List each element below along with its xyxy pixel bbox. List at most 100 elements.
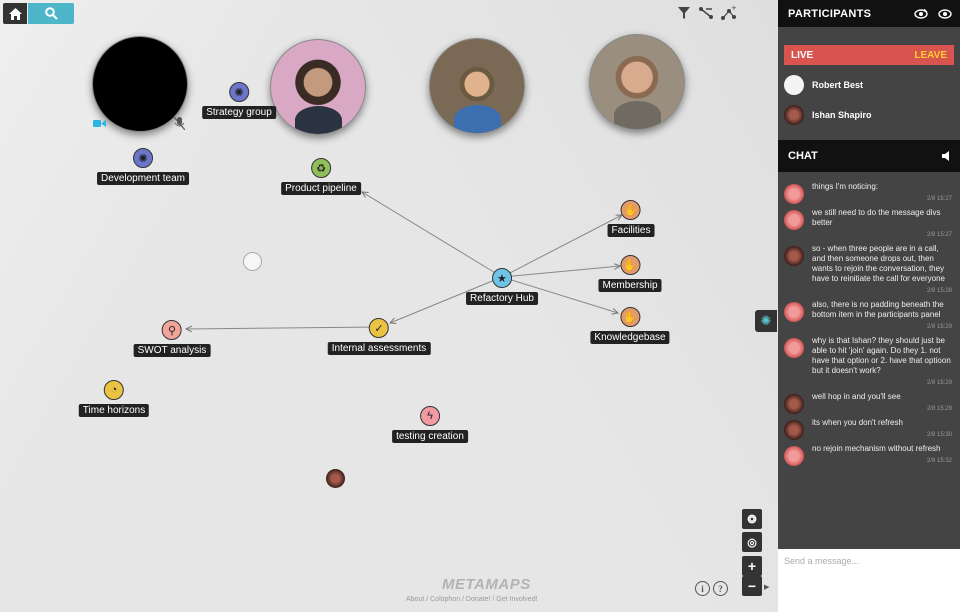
aperture-icon: ❂ xyxy=(747,513,757,526)
topic-testing-creation[interactable]: ϟ testing creation xyxy=(392,406,468,444)
participant-item[interactable]: Ishan Shapiro xyxy=(778,100,960,130)
topic-product-pipeline[interactable]: ♻ Product pipeline xyxy=(281,158,361,196)
topic-label: Development team xyxy=(97,172,189,185)
avatar xyxy=(784,210,804,230)
sound-icon[interactable] xyxy=(942,151,952,161)
avatar xyxy=(784,338,804,358)
hand-icon: ✋ xyxy=(620,255,640,275)
chat-message: also, there is no padding beneath the bo… xyxy=(778,296,960,332)
topic-time-horizons[interactable]: ◔ Time horizons xyxy=(78,380,150,418)
participants-panel: PARTICIPANTS LIVE LEAVE Robert Best Isha… xyxy=(778,0,960,612)
chat-input[interactable]: Send a message... xyxy=(778,549,960,612)
topic-development-team[interactable]: ✺ Development team xyxy=(97,148,189,186)
message-text: we still need to do the message divs bet… xyxy=(812,208,941,227)
toggle-panel-button[interactable]: ✺ xyxy=(755,310,777,332)
info-icon[interactable]: i xyxy=(695,581,710,596)
participants-header: PARTICIPANTS xyxy=(778,0,960,27)
topic-label: testing creation xyxy=(392,430,468,443)
avatar xyxy=(784,105,804,125)
topic-label: Membership xyxy=(598,279,662,292)
topic-refactory-hub[interactable]: ★ Refactory Hub xyxy=(466,268,538,306)
home-button[interactable] xyxy=(3,3,27,24)
topic-membership[interactable]: ✋ Membership xyxy=(598,255,662,293)
chat-message: well hop in and you'll see 2/8 15:29 xyxy=(778,388,960,414)
eye-off-icon[interactable] xyxy=(914,8,928,19)
home-icon xyxy=(8,7,22,20)
message-time: 2/8 15:27 xyxy=(926,232,952,238)
avatar xyxy=(784,75,804,95)
synapse-hub-pipeline xyxy=(362,192,503,278)
map-icon[interactable]: + xyxy=(720,5,736,21)
message-text: why is that Ishan? they should just be a… xyxy=(812,336,951,375)
avatar xyxy=(784,246,804,266)
topic-label: Refactory Hub xyxy=(466,292,538,305)
pipeline-icon: ♻ xyxy=(311,158,331,178)
people-icon: ✺ xyxy=(760,313,772,328)
center-map-button[interactable]: ❂ xyxy=(742,509,762,529)
participant-item[interactable]: Robert Best xyxy=(778,70,960,100)
hand-icon: ✋ xyxy=(619,307,640,327)
topic-strategy-group[interactable]: ✺ Strategy group xyxy=(202,82,276,120)
map-canvas[interactable]: + ✺ Strategy group ✺ Development team ♻ … xyxy=(0,0,778,612)
filter-icon[interactable] xyxy=(676,5,692,21)
avatar xyxy=(784,302,804,322)
avatar xyxy=(784,394,804,414)
svg-text:+: + xyxy=(731,5,736,12)
eye-icon[interactable] xyxy=(938,8,952,19)
participant-body xyxy=(453,104,501,133)
synapse-icon[interactable] xyxy=(698,5,714,21)
zoom-out-button[interactable]: − xyxy=(742,576,762,596)
footer-links[interactable]: About / Colophon / Donate! / Get Involve… xyxy=(406,596,538,603)
group-icon: ✺ xyxy=(228,82,249,102)
message-text: no rejoin mechanism without refresh xyxy=(812,444,941,453)
horizon-icon: ◔ xyxy=(104,380,124,400)
locate-button[interactable]: ◎ xyxy=(742,532,762,552)
message-time: 2/8 15:28 xyxy=(926,288,952,294)
topic-label: Knowledgebase xyxy=(590,331,670,344)
avatar xyxy=(784,420,804,440)
message-time: 2/8 15:30 xyxy=(926,432,952,438)
topic-knowledgebase[interactable]: ✋ Knowledgebase xyxy=(590,307,670,345)
live-status: LIVE xyxy=(791,49,814,61)
chat-message: its when you don't refresh 2/8 15:30 xyxy=(778,414,960,440)
participant-name: Ishan Shapiro xyxy=(812,110,872,120)
mute-icon[interactable] xyxy=(173,116,186,133)
topic-label: Time horizons xyxy=(78,404,150,417)
brand-logo[interactable]: METAMAPS xyxy=(442,576,531,593)
topic-label: Facilities xyxy=(607,224,655,237)
video-bubble-participant-3[interactable] xyxy=(589,34,685,130)
chat-message: why is that Ishan? they should just be a… xyxy=(778,332,960,388)
message-time: 2/8 15:29 xyxy=(926,406,952,412)
message-text: well hop in and you'll see xyxy=(812,392,901,401)
user-avatar-node[interactable] xyxy=(326,469,345,488)
zoom-in-button[interactable]: + xyxy=(742,556,762,576)
chat-message: so - when three people are in a call, an… xyxy=(778,240,960,296)
topic-swot-analysis[interactable]: ⚲ SWOT analysis xyxy=(133,320,211,358)
search-icon xyxy=(44,7,58,20)
topic-internal-assessments[interactable]: ✓ Internal assessments xyxy=(327,318,431,356)
message-text: things I'm noticing: xyxy=(812,182,879,191)
lightning-icon: ϟ xyxy=(419,406,440,426)
participants-title: PARTICIPANTS xyxy=(788,7,872,20)
chat-messages: things I'm noticing: 2/8 15:27 we still n… xyxy=(778,178,960,466)
crosshair-icon: ◎ xyxy=(747,536,757,549)
participant-name: Robert Best xyxy=(812,80,864,90)
topic-facilities[interactable]: ✋ Facilities xyxy=(607,200,655,238)
help-icon[interactable]: ? xyxy=(713,581,728,596)
message-text: so - when three people are in a call, an… xyxy=(812,244,945,283)
camera-icon[interactable] xyxy=(93,119,106,131)
message-time: 2/8 15:29 xyxy=(926,324,952,330)
video-bubble-participant-1[interactable] xyxy=(270,39,366,135)
chat-header: CHAT xyxy=(778,140,960,172)
message-time: 2/8 15:27 xyxy=(926,196,952,202)
user-avatar-node[interactable] xyxy=(243,252,262,271)
topic-label: Strategy group xyxy=(202,106,276,119)
search-button[interactable] xyxy=(28,3,74,24)
chat-message: things I'm noticing: 2/8 15:27 xyxy=(778,178,960,204)
message-time: 2/8 15:32 xyxy=(926,458,952,464)
message-time: 2/8 15:29 xyxy=(926,380,952,386)
leave-call-button[interactable]: LEAVE xyxy=(914,50,947,61)
video-bubble-participant-2[interactable] xyxy=(429,38,525,134)
check-icon: ✓ xyxy=(369,318,389,338)
expand-arrow-icon[interactable]: ▶ xyxy=(764,583,769,591)
